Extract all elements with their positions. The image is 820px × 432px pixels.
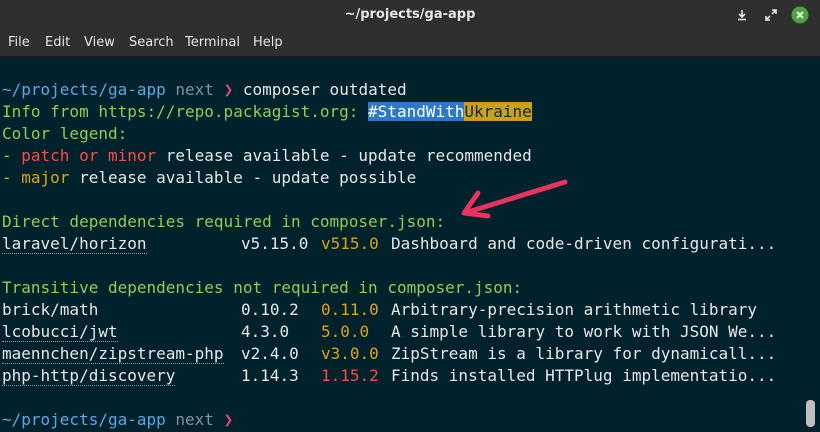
info-tag-ukraine: Ukraine xyxy=(464,102,532,121)
package-description: A simple library to work with JSON We... xyxy=(391,322,777,341)
legend-dash: - xyxy=(2,146,22,165)
transitive-heading: Transitive dependencies not required in … xyxy=(2,278,523,297)
package-name[interactable]: php-http/discovery xyxy=(2,366,176,386)
close-icon xyxy=(791,6,809,24)
package-name: brick/math xyxy=(2,300,99,319)
package-name[interactable]: lcobucci/jwt xyxy=(2,322,118,342)
latest-version: 1.15.2 xyxy=(321,366,379,385)
table-row: lcobucci/jwt 4.3.0 5.0.0 A simple librar… xyxy=(0,321,820,343)
package-description: Dashboard and code-driven configurati... xyxy=(391,234,777,253)
terminal-output[interactable]: ~/projects/ga-app next ❯ composer outdat… xyxy=(0,57,820,432)
title-bar: ~/projects/ga-app xyxy=(0,0,820,30)
menu-file[interactable]: File xyxy=(8,30,30,56)
package-description: Finds installed HTTPlug implementatio... xyxy=(391,366,777,385)
menu-search[interactable]: Search xyxy=(129,30,174,56)
prompt-symbol: ❯ xyxy=(223,410,234,429)
close-button[interactable] xyxy=(790,5,810,25)
current-version: 0.10.2 xyxy=(241,300,299,319)
table-row: maennchen/zipstream-php v2.4.0 v3.0.0 Zi… xyxy=(0,343,820,365)
legend-major-line: - major release available - update possi… xyxy=(2,167,416,189)
package-name[interactable]: laravel/horizon xyxy=(2,234,147,254)
table-row: php-http/discovery 1.14.3 1.15.2 Finds i… xyxy=(0,365,820,387)
prompt-path: ~/projects/ga-app xyxy=(2,80,166,99)
current-version: 1.14.3 xyxy=(241,366,299,385)
current-version: 4.3.0 xyxy=(241,322,290,341)
legend-patch: patch or minor xyxy=(21,146,157,165)
latest-version: 5.0.0 xyxy=(321,322,370,341)
latest-version: v3.0.0 xyxy=(321,344,379,363)
prompt-path: ~/projects/ga-app xyxy=(2,410,166,429)
legend-major: major xyxy=(21,168,70,187)
package-description: Arbitrary-precision arithmetic library xyxy=(391,300,758,319)
direct-heading: Direct dependencies required in composer… xyxy=(2,212,446,231)
expand-icon xyxy=(765,9,777,21)
legend-patch-line: - patch or minor release available - upd… xyxy=(2,145,532,167)
legend-major-rest: release available - update possible xyxy=(69,168,417,187)
minimize-icon xyxy=(738,10,746,21)
info-tag-standwith: #StandWith xyxy=(368,102,465,121)
current-version: v2.4.0 xyxy=(241,344,299,363)
legend-title: Color legend: xyxy=(2,124,128,143)
minimize-button[interactable] xyxy=(732,5,752,25)
package-name[interactable]: maennchen/zipstream-php xyxy=(2,344,224,364)
prompt-branch: next xyxy=(175,80,214,99)
current-version: v5.15.0 xyxy=(241,234,309,253)
menu-edit[interactable]: Edit xyxy=(45,30,70,56)
scrollbar-thumb[interactable] xyxy=(806,400,815,427)
menu-help[interactable]: Help xyxy=(253,30,283,56)
latest-version: v515.0 xyxy=(321,234,379,253)
latest-version: 0.11.0 xyxy=(321,300,379,319)
prompt-line: ~/projects/ga-app next ❯ composer outdat… xyxy=(2,79,407,101)
info-prefix: Info from https://repo.packagist.org: xyxy=(2,102,369,121)
legend-dash: - xyxy=(2,168,22,187)
menu-terminal[interactable]: Terminal xyxy=(185,30,240,56)
window-title: ~/projects/ga-app xyxy=(344,7,476,22)
menu-bar: File Edit View Search Terminal Help xyxy=(0,30,820,57)
package-description: ZipStream is a library for dynamicall... xyxy=(391,344,777,363)
maximize-button[interactable] xyxy=(761,5,781,25)
prompt-command: composer outdated xyxy=(242,80,407,99)
info-line: Info from https://repo.packagist.org: #S… xyxy=(2,101,532,123)
prompt-line: ~/projects/ga-app next ❯ xyxy=(2,409,233,431)
table-row: brick/math 0.10.2 0.11.0 Arbitrary-preci… xyxy=(0,299,820,321)
prompt-branch: next xyxy=(175,410,214,429)
prompt-symbol: ❯ xyxy=(223,80,234,99)
legend-patch-rest: release available - update recommended xyxy=(156,146,532,165)
table-row: laravel/horizon v5.15.0 v515.0 Dashboard… xyxy=(0,233,820,255)
menu-view[interactable]: View xyxy=(84,30,115,56)
